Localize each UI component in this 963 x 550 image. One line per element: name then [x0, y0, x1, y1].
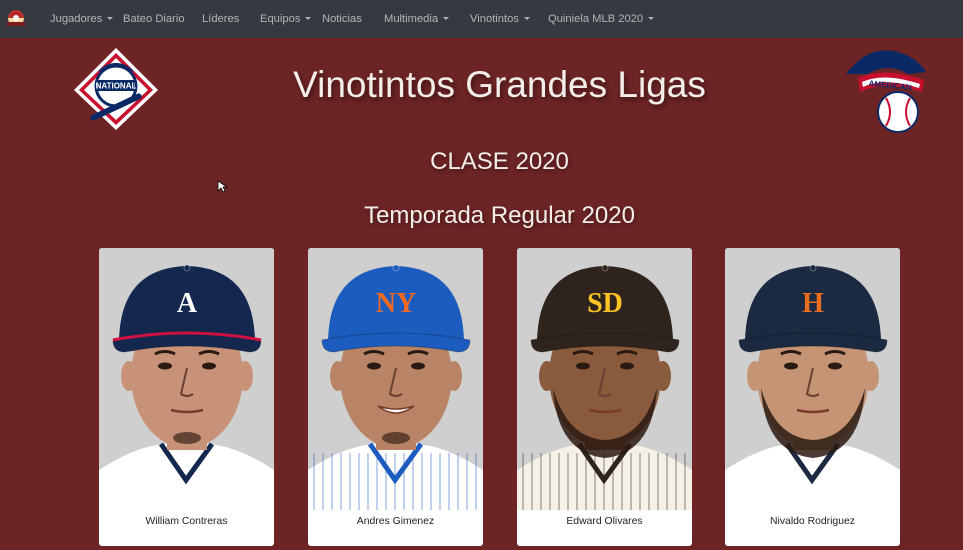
dropdown-caret-icon	[523, 16, 530, 20]
dropdown-caret-icon	[443, 16, 450, 20]
player-name[interactable]: Nivaldo Rodriguez	[725, 516, 900, 527]
nav-item-label: Vinotintos	[470, 13, 519, 25]
svg-text:SD: SD	[587, 288, 623, 319]
nav-item-vinotintos[interactable]: Vinotintos	[470, 13, 530, 25]
player-name[interactable]: Andres Gimenez	[308, 516, 483, 527]
nav-item-bateo-diario[interactable]: Bateo Diario	[123, 13, 185, 25]
player-photo: NY	[308, 248, 483, 510]
player-card[interactable]: NY Andres Gimenez	[308, 248, 483, 546]
nav-item-jugadores[interactable]: Jugadores	[50, 13, 114, 25]
nav-item-l-deres[interactable]: Líderes	[202, 13, 239, 25]
dropdown-caret-icon	[107, 16, 114, 20]
page-title: Vinotintos Grandes Ligas	[293, 64, 706, 105]
player-photo: H	[725, 248, 900, 510]
nav-item-label: Quiniela MLB 2020	[548, 13, 644, 25]
mouse-pointer-icon	[217, 180, 229, 193]
nav-item-label: Jugadores	[50, 13, 103, 25]
brand-logo[interactable]	[2, 5, 30, 33]
season-subtitle: Temporada Regular 2020	[364, 202, 635, 229]
nav-menu: Jugadores Bateo Diario Líderes Equipos Notic…	[30, 0, 963, 38]
player-name[interactable]: Edward Olivares	[517, 516, 692, 527]
svg-text:NY: NY	[376, 288, 416, 319]
nav-item-quiniela-mlb-2020[interactable]: Quiniela MLB 2020	[548, 13, 655, 25]
player-card[interactable]: A William Contreras	[99, 248, 274, 546]
nav-item-noticias[interactable]: Noticias	[322, 13, 362, 25]
nav-item-label: Noticias	[322, 13, 362, 25]
svg-text:A: A	[177, 288, 198, 319]
player-card[interactable]: SD Edward Olivares	[517, 248, 692, 546]
class-subtitle: CLASE 2020	[430, 148, 569, 175]
nav-item-label: Bateo Diario	[123, 13, 185, 25]
nav-item-label: Equipos	[260, 13, 301, 25]
nav-item-label: Líderes	[202, 13, 240, 25]
svg-text:H: H	[802, 288, 824, 319]
player-name[interactable]: William Contreras	[99, 516, 274, 527]
player-photo: SD	[517, 248, 692, 510]
top-navbar: Jugadores Bateo Diario Líderes Equipos Notic…	[0, 0, 963, 38]
player-photo: A	[99, 248, 274, 510]
nav-item-equipos[interactable]: Equipos	[260, 13, 312, 25]
dropdown-caret-icon	[648, 16, 655, 20]
nav-item-multimedia[interactable]: Multimedia	[384, 13, 450, 25]
player-card[interactable]: H Nivaldo Rodriguez	[725, 248, 900, 546]
vinotintos-logo-icon	[7, 10, 25, 26]
nav-item-label: Multimedia	[384, 13, 439, 25]
dropdown-caret-icon	[305, 16, 312, 20]
